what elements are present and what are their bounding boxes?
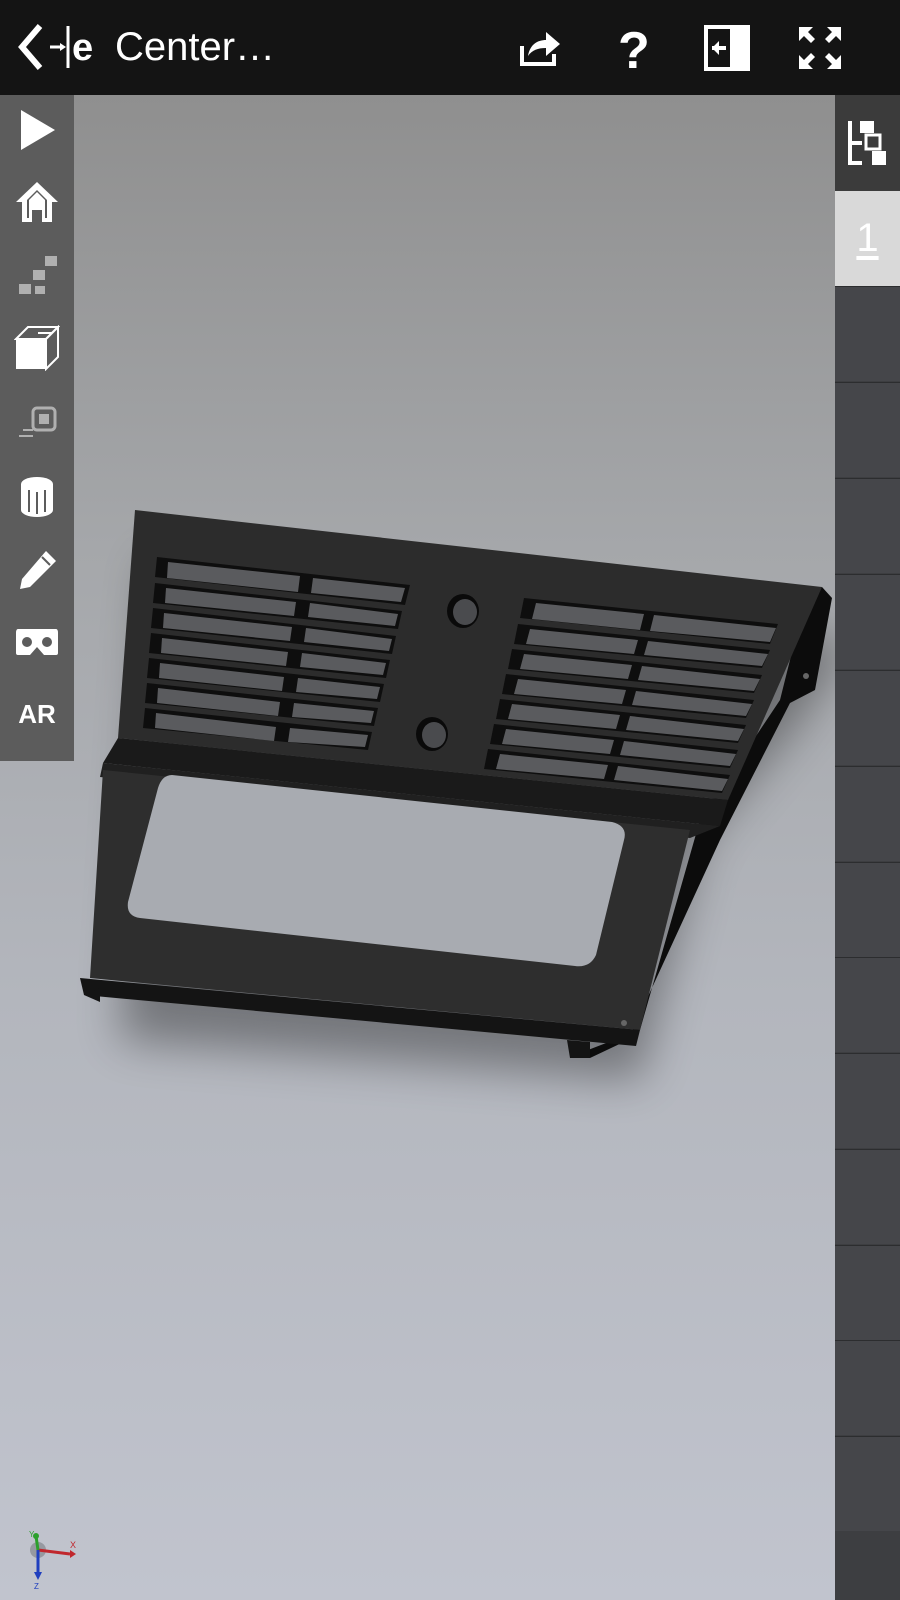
fullscreen-button[interactable]	[792, 20, 848, 76]
3d-viewport[interactable]	[0, 95, 835, 1600]
panel-slot	[835, 1340, 900, 1435]
axis-x-label: X	[70, 1540, 76, 1550]
panel-slot	[835, 1436, 900, 1531]
svg-text:e: e	[72, 27, 93, 69]
help-button[interactable]: ?	[606, 20, 662, 76]
measure-icon	[21, 477, 53, 517]
share-icon	[520, 32, 560, 66]
explode-button[interactable]	[0, 239, 74, 309]
ar-button[interactable]: AR	[0, 679, 74, 749]
panel-slot	[835, 1053, 900, 1148]
markup-button[interactable]	[0, 535, 74, 605]
play-button[interactable]	[0, 95, 74, 165]
svg-text:?: ?	[618, 24, 650, 72]
home-button[interactable]	[0, 167, 74, 237]
top-bar: e Center… ?	[0, 0, 900, 95]
ar-label: AR	[18, 698, 56, 729]
panel-slot	[835, 286, 900, 381]
fullscreen-icon	[799, 27, 841, 69]
vr-button[interactable]	[0, 607, 74, 677]
view-cube-button[interactable]	[0, 313, 74, 383]
measure-button[interactable]	[0, 461, 74, 531]
view-cube-icon	[14, 325, 60, 371]
panel-slot	[835, 862, 900, 957]
panel-slot	[835, 1245, 900, 1340]
collapse-panel-icon	[704, 25, 750, 71]
explode-steps-icon	[19, 256, 57, 294]
document-title: Center…	[115, 25, 276, 69]
left-toolbar: AR	[0, 95, 74, 761]
vr-headset-icon	[16, 629, 58, 655]
section-button[interactable]	[0, 387, 74, 457]
panel-slot	[835, 1149, 900, 1244]
panel-slot	[835, 574, 900, 669]
page-1-tab[interactable]: 1	[835, 191, 900, 286]
assembly-tree-icon	[847, 121, 886, 165]
collapse-panel-button[interactable]	[699, 20, 755, 76]
section-icon	[19, 406, 57, 437]
play-icon	[21, 110, 55, 150]
page-number: 1	[856, 216, 879, 260]
assembly-tree-button[interactable]	[835, 95, 900, 191]
axis-y-label: Y	[29, 1530, 35, 1539]
back-button[interactable]: e	[16, 22, 100, 72]
part-model[interactable]	[0, 95, 835, 1600]
panel-slot	[835, 478, 900, 573]
panel-slot	[835, 957, 900, 1052]
pencil-icon	[20, 551, 56, 589]
home-icon	[16, 182, 58, 222]
panel-slot	[835, 670, 900, 765]
right-panel: 1	[835, 95, 900, 1600]
axis-z-label: Z	[34, 1582, 39, 1590]
back-arrow-icon: e	[18, 24, 93, 70]
axis-triad: X Y Z	[29, 1530, 76, 1590]
panel-slot	[835, 382, 900, 477]
help-icon: ?	[618, 24, 650, 72]
share-button[interactable]	[512, 20, 568, 76]
panel-slot	[835, 766, 900, 861]
